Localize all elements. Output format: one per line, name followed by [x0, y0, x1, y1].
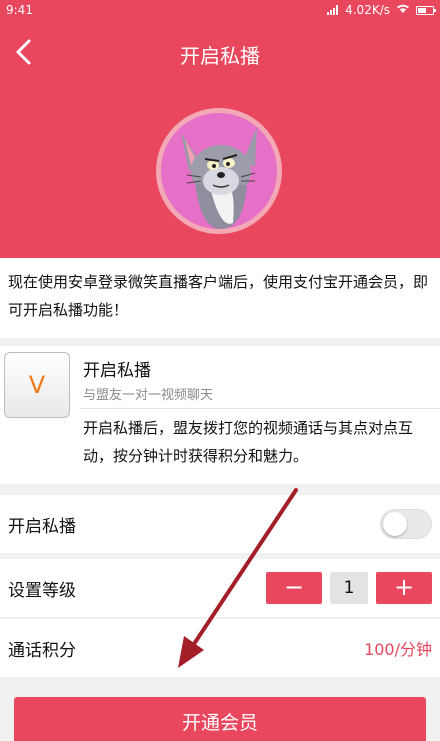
signal-icon — [327, 5, 339, 15]
level-row: 设置等级 − 1 + — [0, 559, 440, 617]
wifi-icon — [396, 3, 410, 17]
vip-badge-letter: V — [28, 371, 46, 399]
status-bar: 9:41 4.02K/s — [0, 0, 440, 20]
toggle-knob — [383, 512, 407, 536]
call-points-value: 100/分钟 — [364, 640, 432, 659]
feature-divider — [80, 408, 440, 409]
level-decrease-button[interactable]: − — [266, 572, 322, 604]
intro-text: 现在使用安卓登录微笑直播客户端后，使用支付宝开通会员，即可开启私播功能！ — [0, 258, 440, 338]
battery-icon — [416, 5, 436, 15]
open-membership-button[interactable]: 开通会员 — [14, 697, 426, 741]
avatar — [156, 108, 282, 234]
level-label: 设置等级 — [8, 580, 76, 601]
feature-description: 开启私播后，盟友拨打您的视频通话与其点对点互动，按分钟计时获得积分和魅力。 — [83, 419, 414, 465]
level-stepper: − 1 + — [266, 572, 432, 604]
call-points-row: 通话积分 100/分钟 — [0, 619, 440, 677]
call-points-label: 通话积分 — [8, 640, 76, 661]
vip-badge-icon: V — [4, 352, 70, 418]
level-value: 1 — [330, 572, 368, 604]
private-broadcast-toggle[interactable] — [380, 509, 432, 539]
status-time: 9:41 — [6, 3, 33, 17]
page-title: 开启私播 — [180, 44, 260, 68]
network-speed: 4.02K/s — [345, 3, 390, 17]
status-icons: 4.02K/s — [327, 3, 436, 17]
screen: 9:41 4.02K/s 开启私播 现在使用安卓登录微笑直播客户端后，使用支付宝… — [0, 0, 440, 741]
feature-subtitle: 与盟友一对一视频聊天 — [83, 388, 214, 403]
header: 开启私播 — [0, 20, 440, 258]
cat-avatar-image — [161, 113, 277, 229]
level-increase-button[interactable]: + — [376, 572, 432, 604]
private-broadcast-label: 开启私播 — [8, 516, 76, 537]
feature-title: 开启私播 — [83, 361, 151, 381]
feature-card: V 开启私播 与盟友一对一视频聊天 开启私播后，盟友拨打您的视频通话与其点对点互… — [0, 346, 440, 484]
private-broadcast-row: 开启私播 — [0, 495, 440, 553]
